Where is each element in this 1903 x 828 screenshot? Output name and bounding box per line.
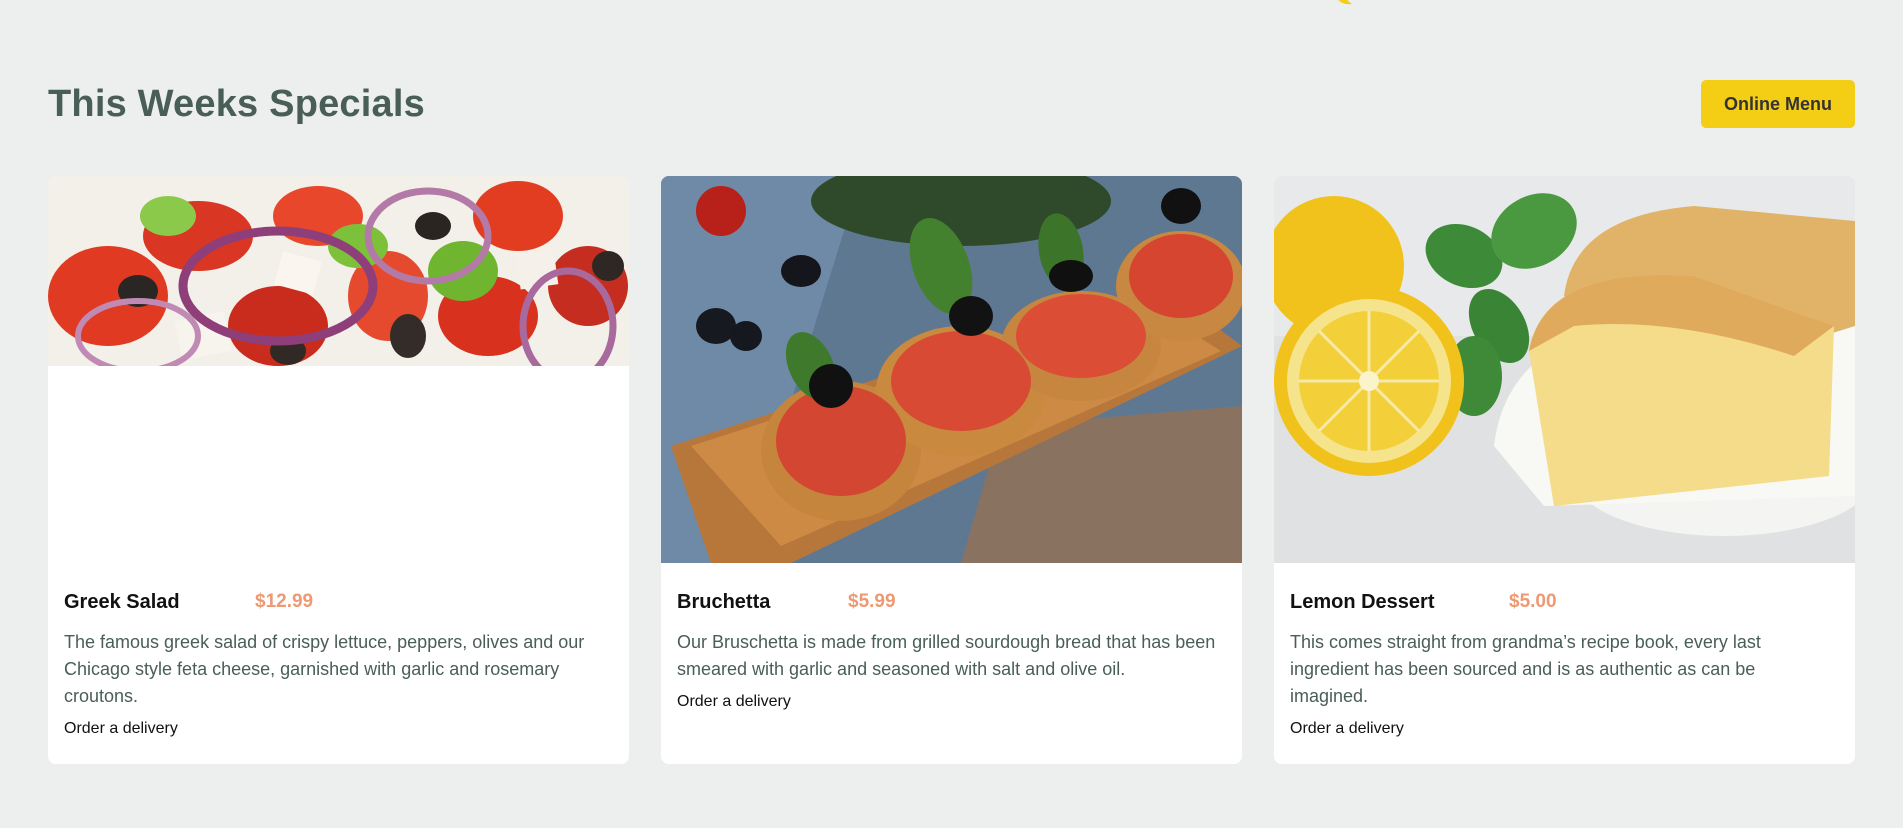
order-delivery-link[interactable]: Order a delivery xyxy=(64,720,178,738)
dish-name: Lemon Dessert xyxy=(1290,590,1435,613)
card-heading: Bruchetta $5.99 xyxy=(677,589,1226,615)
bruschetta-image xyxy=(661,176,1242,563)
card-heading: Greek Salad $12.99 xyxy=(64,589,613,615)
page: This Weeks Specials Online Menu Greek Sa… xyxy=(0,0,1903,828)
greek-salad-image xyxy=(48,176,629,366)
special-card-bruchetta: Bruchetta $5.99 Our Bruschetta is made f… xyxy=(661,176,1242,764)
dish-name: Greek Salad xyxy=(64,590,180,613)
dish-name: Bruchetta xyxy=(677,590,771,613)
dish-price: $5.00 xyxy=(1509,591,1557,612)
lemon-dessert-image xyxy=(1274,176,1855,563)
order-delivery-link[interactable]: Order a delivery xyxy=(677,693,791,711)
card-heading: Lemon Dessert $5.00 xyxy=(1290,589,1839,615)
dish-price: $12.99 xyxy=(255,591,314,612)
card-body: Bruchetta $5.99 Our Bruschetta is made f… xyxy=(677,589,1226,711)
dish-description: This comes straight from grandma’s recip… xyxy=(1290,632,1761,706)
dish-description: The famous greek salad of crispy lettuce… xyxy=(64,632,585,706)
dish-price: $5.99 xyxy=(848,591,896,612)
special-card-lemon-dessert: Lemon Dessert $5.00 This comes straight … xyxy=(1274,176,1855,764)
order-delivery-link[interactable]: Order a delivery xyxy=(1290,720,1404,738)
special-card-greek-salad: Greek Salad $12.99 The famous greek sala… xyxy=(48,176,629,764)
card-body: Greek Salad $12.99 The famous greek sala… xyxy=(64,589,613,738)
specials-list: Greek Salad $12.99 The famous greek sala… xyxy=(48,176,1855,764)
specials-header: This Weeks Specials Online Menu xyxy=(48,80,1855,128)
page-title: This Weeks Specials xyxy=(48,82,425,125)
dish-description: Our Bruschetta is made from grilled sour… xyxy=(677,632,1216,679)
online-menu-button[interactable]: Online Menu xyxy=(1701,80,1855,128)
lemon-slice-icon xyxy=(1338,0,1352,5)
card-body: Lemon Dessert $5.00 This comes straight … xyxy=(1290,589,1839,738)
